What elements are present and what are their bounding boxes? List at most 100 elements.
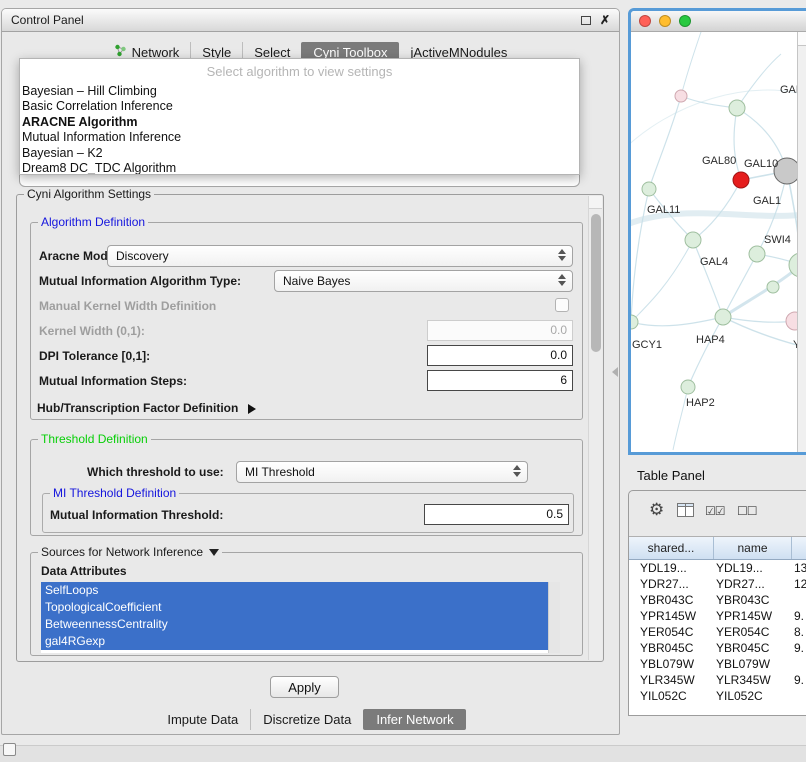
dropdown-item[interactable]: Bayesian – K2 <box>20 146 579 161</box>
table-row[interactable]: YPR145WYPR145W9. <box>629 608 806 624</box>
network-edge[interactable] <box>734 108 741 180</box>
splitter-collapse-icon[interactable] <box>612 367 618 377</box>
network-canvas[interactable]: GALGAL80GAL10GAL11GAL1SWI4GAL4GCY1HAP4YH… <box>631 32 806 452</box>
table-cell[interactable]: YLR345W <box>629 672 714 688</box>
mi-algorithm-type-select[interactable]: Naive Bayes <box>274 270 573 292</box>
network-node[interactable] <box>767 281 779 293</box>
table-cell[interactable]: 12 <box>792 576 806 592</box>
dropdown-item-selected[interactable]: ARACNE Algorithm <box>20 115 579 130</box>
table-cell[interactable]: YBL079W <box>629 656 714 672</box>
table-row[interactable]: YDL19...YDL19...13 <box>629 560 806 576</box>
table-row[interactable]: YER054CYER054C8. <box>629 624 806 640</box>
table-row[interactable]: YIL052CYIL052C <box>629 688 806 704</box>
list-scrollbar[interactable] <box>548 582 560 653</box>
table-cell[interactable]: YPR145W <box>629 608 714 624</box>
tab-discretize-data[interactable]: Discretize Data <box>250 709 363 730</box>
panel-corner-icon[interactable] <box>3 743 16 756</box>
settings-scrollbar[interactable] <box>588 196 602 660</box>
network-node[interactable] <box>733 172 749 188</box>
unchecked-pair-icon[interactable]: ☐☐ <box>737 504 757 518</box>
aracne-mode-select[interactable]: Discovery <box>107 245 573 267</box>
table-cell[interactable]: YIL052C <box>629 688 714 704</box>
dropdown-item[interactable]: Basic Correlation Inference <box>20 99 579 114</box>
gear-icon[interactable]: ⚙ <box>649 500 664 520</box>
attribute-item[interactable]: BetweennessCentrality <box>41 616 548 633</box>
table-cell[interactable]: YPR145W <box>714 608 792 624</box>
network-scrollbar[interactable] <box>797 32 806 452</box>
table-cell[interactable]: YIL052C <box>714 688 792 704</box>
network-edge[interactable] <box>737 54 781 108</box>
close-icon[interactable]: ✗ <box>600 14 610 26</box>
network-edge[interactable] <box>723 265 797 317</box>
close-traffic-light[interactable] <box>639 15 651 27</box>
table-row[interactable]: YBL079WYBL079W <box>629 656 806 672</box>
table-cell[interactable]: YBR043C <box>714 592 792 608</box>
network-edge[interactable] <box>688 317 723 387</box>
network-edge[interactable] <box>649 96 681 189</box>
network-edge[interactable] <box>681 32 703 96</box>
table-cell[interactable]: 9. <box>792 672 806 688</box>
table-cell[interactable]: YLR345W <box>714 672 792 688</box>
tab-impute-data[interactable]: Impute Data <box>155 709 250 730</box>
table-cell[interactable]: YDR27... <box>629 576 714 592</box>
table-row[interactable]: YBR043CYBR043C <box>629 592 806 608</box>
scroll-up-button[interactable] <box>589 196 602 209</box>
table-cell[interactable]: YBL079W <box>714 656 792 672</box>
scroll-button[interactable] <box>798 32 806 46</box>
sources-toggle[interactable]: Sources for Network Inference <box>38 545 222 559</box>
table-row[interactable]: YBR045CYBR045C9. <box>629 640 806 656</box>
table-cell[interactable]: YBR045C <box>629 640 714 656</box>
network-node[interactable] <box>642 182 656 196</box>
network-edge[interactable] <box>693 180 741 240</box>
tab-infer-network[interactable]: Infer Network <box>363 709 465 730</box>
table-cell[interactable]: YBR043C <box>629 592 714 608</box>
table-cell[interactable] <box>792 688 806 704</box>
dpi-tolerance-field[interactable]: 0.0 <box>427 345 573 366</box>
network-node[interactable] <box>681 380 695 394</box>
network-edge[interactable] <box>631 240 693 322</box>
which-threshold-select[interactable]: MI Threshold <box>236 461 528 483</box>
attribute-item[interactable]: TopologicalCoefficient <box>41 599 548 616</box>
dropdown-item[interactable]: Dream8 DC_TDC Algorithm <box>20 161 579 175</box>
network-edge[interactable] <box>631 317 723 326</box>
network-node[interactable] <box>715 309 731 325</box>
table-row[interactable]: YDR27...YDR27...12 <box>629 576 806 592</box>
table-cell[interactable]: YBR045C <box>714 640 792 656</box>
table-cell[interactable] <box>792 656 806 672</box>
table-cell[interactable]: YDL19... <box>629 560 714 576</box>
columns-icon[interactable] <box>677 503 694 522</box>
network-node[interactable] <box>729 100 745 116</box>
table-cell[interactable]: 13 <box>792 560 806 576</box>
table-cell[interactable]: YDL19... <box>714 560 792 576</box>
dropdown-item[interactable]: Mutual Information Inference <box>20 130 579 145</box>
column-header-cut[interactable] <box>792 537 806 559</box>
mi-steps-field[interactable]: 6 <box>427 370 573 391</box>
scrollbar-thumb[interactable] <box>591 214 601 352</box>
hub-definition-toggle[interactable]: Hub/Transcription Factor Definition <box>37 401 256 415</box>
table-cell[interactable]: 9. <box>792 640 806 656</box>
network-edge[interactable] <box>693 240 723 317</box>
table-cell[interactable]: 9. <box>792 608 806 624</box>
column-header-name[interactable]: name <box>714 537 792 559</box>
mi-threshold-field[interactable]: 0.5 <box>424 504 569 525</box>
network-node[interactable] <box>685 232 701 248</box>
attribute-item[interactable]: gal4RGexp <box>41 633 548 650</box>
table-cell[interactable]: 8. <box>792 624 806 640</box>
minimize-traffic-light[interactable] <box>659 15 671 27</box>
network-node[interactable] <box>631 315 638 329</box>
column-header-shared-name[interactable]: shared... <box>629 537 714 559</box>
network-node[interactable] <box>786 312 797 330</box>
network-edge[interactable] <box>631 90 797 152</box>
network-node[interactable] <box>675 90 687 102</box>
zoom-traffic-light[interactable] <box>679 15 691 27</box>
checked-pair-icon[interactable]: ☑☑ <box>705 504 725 518</box>
table-row[interactable]: YLR345WYLR345W9. <box>629 672 806 688</box>
table-cell[interactable]: YER054C <box>714 624 792 640</box>
table-cell[interactable] <box>792 592 806 608</box>
restore-icon[interactable] <box>581 16 591 25</box>
dropdown-item[interactable]: Bayesian – Hill Climbing <box>20 84 579 99</box>
apply-button[interactable]: Apply <box>270 676 339 698</box>
table-cell[interactable]: YDR27... <box>714 576 792 592</box>
attribute-item[interactable]: SelfLoops <box>41 582 548 599</box>
table-cell[interactable]: YER054C <box>629 624 714 640</box>
